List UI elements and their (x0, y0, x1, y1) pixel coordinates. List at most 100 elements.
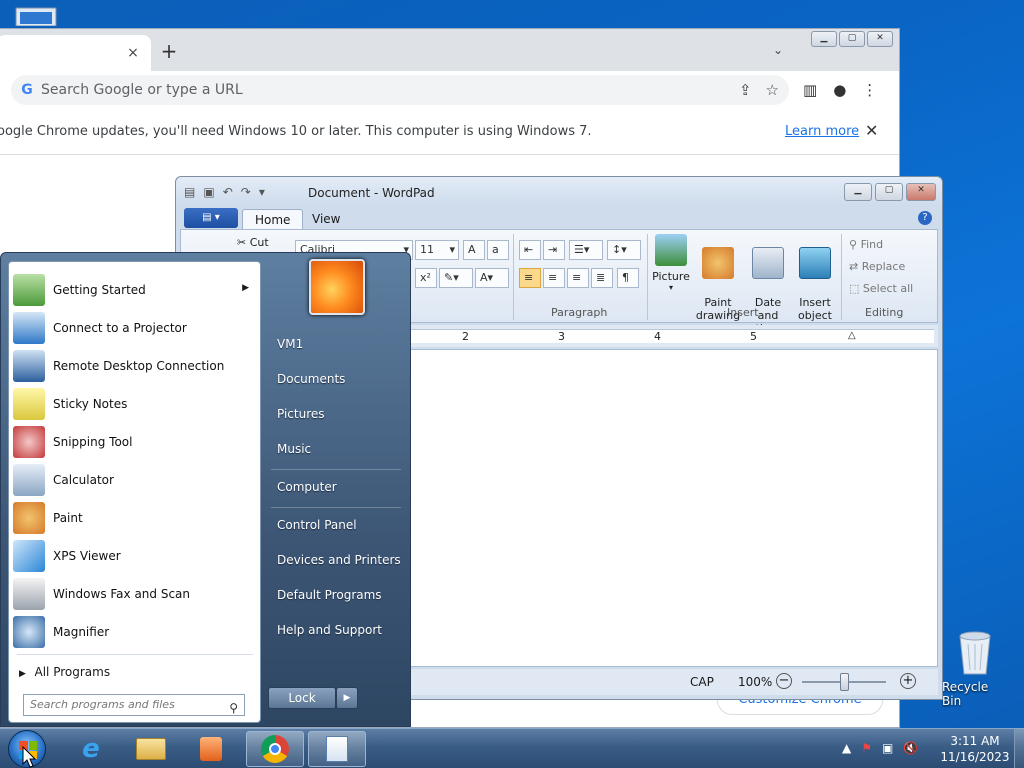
redo-icon[interactable]: ↷ (241, 185, 251, 199)
file-menu-button[interactable]: ▤ ▾ (184, 208, 238, 228)
learn-more-link[interactable]: Learn more (785, 124, 859, 139)
action-center-flag-icon[interactable]: ⚑ (861, 741, 872, 755)
help-icon[interactable]: ? (918, 211, 932, 225)
zoom-out-button[interactable]: − (776, 673, 792, 689)
share-icon[interactable]: ⇪ (739, 81, 752, 99)
cut-button[interactable]: ✂ Cut (237, 236, 269, 249)
find-button[interactable]: ⚲ Find (849, 238, 883, 251)
right-indent-marker[interactable]: △ (848, 330, 856, 341)
link-music[interactable]: Music (277, 442, 311, 456)
zoom-in-button[interactable]: + (900, 673, 916, 689)
increase-indent-button[interactable]: ⇥ (543, 240, 565, 260)
program-remote-desktop[interactable]: Remote Desktop Connection (13, 348, 259, 384)
program-calculator[interactable]: Calculator (13, 462, 259, 498)
taskbar-chrome[interactable] (246, 731, 304, 767)
align-right-button[interactable]: ≡ (567, 268, 589, 288)
tab-close-icon[interactable]: × (125, 45, 141, 61)
link-default-programs[interactable]: Default Programs (277, 588, 382, 602)
save-icon[interactable]: ▣ (203, 185, 214, 199)
grow-font-button[interactable]: A (463, 240, 485, 260)
justify-button[interactable]: ≣ (591, 268, 613, 288)
taskbar-internet-explorer[interactable]: e (62, 731, 120, 767)
shrink-font-button[interactable]: a (487, 240, 509, 260)
user-avatar[interactable] (309, 259, 365, 315)
date-time-button[interactable]: Date and time (743, 234, 793, 335)
program-label: Sticky Notes (53, 397, 128, 411)
line-spacing-button[interactable]: ↕▾ (607, 240, 641, 260)
align-left-button[interactable]: ≡ (519, 268, 541, 288)
program-magnifier[interactable]: Magnifier (13, 614, 259, 650)
google-icon: G (21, 82, 33, 98)
program-label: XPS Viewer (53, 549, 121, 563)
zoom-slider-thumb[interactable] (840, 673, 849, 691)
sticky-notes-icon (13, 388, 45, 420)
tab-view[interactable]: View (300, 209, 352, 229)
omnibox[interactable]: G Search Google or type a URL ⇪ ☆ (11, 75, 789, 105)
search-icon[interactable]: ⚲ (229, 698, 238, 718)
decrease-indent-button[interactable]: ⇤ (519, 240, 541, 260)
customize-qat-icon[interactable]: ▾ (259, 185, 265, 199)
profile-icon[interactable]: ● (833, 81, 846, 99)
program-connect-projector[interactable]: Connect to a Projector (13, 310, 259, 346)
close-button[interactable]: ✕ (906, 183, 936, 201)
taskbar-media-player[interactable] (182, 731, 240, 767)
superscript-button[interactable]: x² (415, 268, 437, 288)
volume-muted-icon[interactable]: 🔇 (903, 741, 918, 755)
link-control-panel[interactable]: Control Panel (277, 518, 357, 532)
wordpad-app-icon[interactable]: ▤ (184, 185, 195, 199)
program-xps-viewer[interactable]: XPS Viewer (13, 538, 259, 574)
align-center-button[interactable]: ≡ (543, 268, 565, 288)
all-programs-button[interactable]: ▶ All Programs (19, 658, 110, 686)
font-color-button[interactable]: A▾ (475, 268, 509, 288)
minimize-button[interactable]: ▁ (844, 183, 872, 201)
omnibox-placeholder: Search Google or type a URL (41, 82, 243, 98)
highlight-color-button[interactable]: ✎▾ (439, 268, 473, 288)
undo-icon[interactable]: ↶ (223, 185, 233, 199)
link-pictures[interactable]: Pictures (277, 407, 325, 421)
minimize-button[interactable]: ▁ (811, 31, 837, 47)
program-sticky-notes[interactable]: Sticky Notes (13, 386, 259, 422)
new-tab-button[interactable]: + (159, 41, 179, 61)
insert-object-button[interactable]: Insert object (795, 234, 835, 322)
link-computer[interactable]: Computer (277, 480, 337, 494)
clock[interactable]: 3:11 AM 11/16/2023 (940, 733, 1010, 765)
program-paint[interactable]: Paint (13, 500, 259, 536)
start-search-input[interactable]: Search programs and files ⚲ (23, 694, 245, 716)
recycle-bin-icon[interactable]: Recycle Bin (942, 630, 1008, 708)
close-button[interactable]: ✕ (867, 31, 893, 47)
chrome-tab[interactable]: × (0, 35, 151, 71)
taskbar-explorer[interactable] (122, 731, 180, 767)
link-user[interactable]: VM1 (277, 337, 303, 351)
network-icon[interactable]: ▣ (882, 741, 893, 755)
taskbar-wordpad[interactable] (308, 731, 366, 767)
clock-date: 11/16/2023 (940, 750, 1010, 764)
maximize-button[interactable]: ▢ (839, 31, 865, 47)
recycle-bin-label: Recycle Bin (942, 680, 989, 708)
link-devices-printers[interactable]: Devices and Printers (277, 553, 401, 567)
tab-search-icon[interactable]: ⌄ (773, 43, 789, 59)
program-fax-scan[interactable]: Windows Fax and Scan (13, 576, 259, 612)
tab-home[interactable]: Home (242, 209, 304, 229)
maximize-button[interactable]: ▢ (875, 183, 903, 201)
program-snipping-tool[interactable]: Snipping Tool (13, 424, 259, 460)
show-hidden-icons-icon[interactable]: ▲ (842, 741, 851, 755)
program-getting-started[interactable]: Getting Started ▶ (13, 272, 259, 308)
replace-button[interactable]: ⇄ Replace (849, 260, 905, 273)
bookmark-star-icon[interactable]: ☆ (766, 81, 779, 99)
font-size-select[interactable]: 11 ▾ (415, 240, 459, 260)
lock-button[interactable]: Lock (268, 687, 336, 709)
computer-desktop-icon[interactable] (12, 0, 60, 26)
paragraph-dialog-button[interactable]: ¶ (617, 268, 639, 288)
show-desktop-button[interactable] (1014, 729, 1024, 768)
side-panel-icon[interactable]: ▥ (803, 81, 817, 99)
link-documents[interactable]: Documents (277, 372, 345, 386)
select-all-button[interactable]: ⬚ Select all (849, 282, 913, 295)
menu-kebab-icon[interactable]: ⋮ (862, 81, 877, 99)
bullets-button[interactable]: ☰▾ (569, 240, 603, 260)
ruler-number: 5 (750, 330, 757, 343)
insert-group-label: Insert (727, 306, 759, 319)
infobar-close-icon[interactable]: ✕ (865, 121, 878, 140)
insert-picture-button[interactable]: Picture ▾ (651, 234, 691, 292)
link-help-support[interactable]: Help and Support (277, 623, 382, 637)
shutdown-options-arrow-icon[interactable]: ▶ (336, 687, 358, 709)
